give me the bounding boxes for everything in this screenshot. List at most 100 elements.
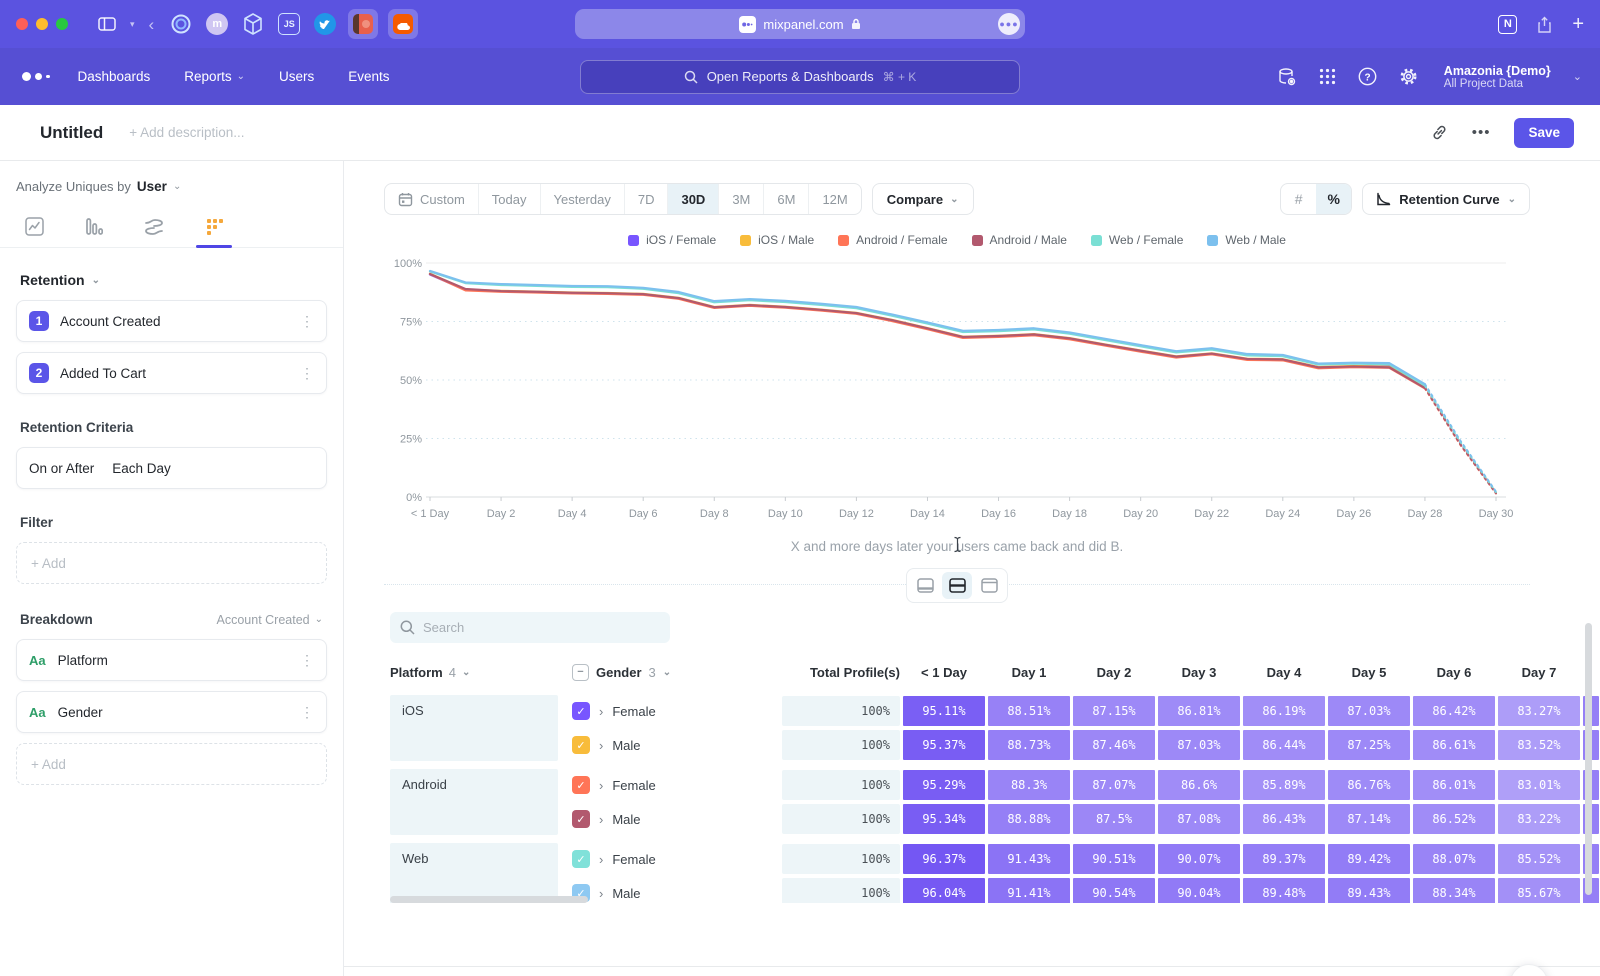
legend-item[interactable]: iOS / Female bbox=[628, 233, 716, 247]
retention-value-cell[interactable]: 87.46% bbox=[1073, 730, 1155, 760]
date-range-30d[interactable]: 30D bbox=[668, 184, 719, 214]
legend-item[interactable]: Web / Female bbox=[1091, 233, 1183, 247]
tab-insights[interactable] bbox=[16, 217, 52, 247]
legend-item[interactable]: Web / Male bbox=[1207, 233, 1285, 247]
nav-item-dashboards[interactable]: Dashboards bbox=[78, 69, 151, 84]
breakdown-property-name[interactable]: Gender bbox=[58, 705, 103, 720]
breakdown-property-name[interactable]: Platform bbox=[58, 653, 108, 668]
minimize-window-icon[interactable] bbox=[36, 18, 48, 30]
step-event-name[interactable]: Account Created bbox=[60, 314, 161, 329]
report-title[interactable]: Untitled bbox=[40, 123, 103, 143]
retention-value-cell[interactable]: 96.04% bbox=[903, 878, 985, 903]
chart-type-selector[interactable]: Retention Curve ⌄ bbox=[1362, 183, 1530, 215]
day-column-header[interactable]: Day 2 bbox=[1073, 665, 1155, 680]
retention-step-card[interactable]: 1 Account Created ⋮ bbox=[16, 300, 327, 342]
series-checkbox[interactable]: ✓ bbox=[572, 810, 590, 828]
retention-value-cell[interactable]: 87.25% bbox=[1328, 730, 1410, 760]
retention-value-cell[interactable]: 86.6% bbox=[1158, 770, 1240, 800]
global-search-input[interactable]: Open Reports & Dashboards ⌘ + K bbox=[580, 60, 1020, 94]
retention-value-cell[interactable]: 89.48% bbox=[1243, 878, 1325, 903]
retention-value-cell[interactable]: 83.22% bbox=[1498, 804, 1580, 834]
kebab-menu-icon[interactable]: ⋮ bbox=[300, 652, 314, 669]
retention-value-cell[interactable]: 95.37% bbox=[903, 730, 985, 760]
table-search-input[interactable]: Search bbox=[390, 612, 670, 643]
platform-column-header[interactable]: Platform4 ⌄ bbox=[390, 665, 558, 680]
platform-cell[interactable]: iOS bbox=[390, 695, 558, 761]
retention-value-cell[interactable]: 87.5% bbox=[1073, 804, 1155, 834]
retention-value-cell[interactable]: 87.14% bbox=[1328, 804, 1410, 834]
retention-value-cell[interactable]: 83.01% bbox=[1498, 770, 1580, 800]
percent-unit-button[interactable]: % bbox=[1316, 184, 1351, 214]
day-column-header[interactable]: Day 1 bbox=[988, 665, 1070, 680]
help-icon[interactable]: ? bbox=[1358, 67, 1377, 86]
total-profiles-header[interactable]: Total Profile(s) bbox=[782, 665, 900, 680]
m-extension-icon[interactable]: m bbox=[204, 11, 230, 37]
gender-cell[interactable]: ✓›Female bbox=[572, 776, 768, 794]
retention-value-cell[interactable]: 96.37% bbox=[903, 844, 985, 874]
vertical-scrollbar[interactable] bbox=[1585, 623, 1592, 895]
expand-chevron-icon[interactable]: › bbox=[599, 704, 603, 719]
breakdown-card[interactable]: Aa Platform ⋮ bbox=[16, 639, 327, 681]
retention-value-cell[interactable]: 88.88% bbox=[988, 804, 1070, 834]
expand-chevron-icon[interactable]: › bbox=[599, 738, 603, 753]
series-checkbox[interactable]: ✓ bbox=[572, 736, 590, 754]
retention-value-cell[interactable]: 95.11% bbox=[903, 696, 985, 726]
retention-value-cell[interactable]: 87.07% bbox=[1073, 770, 1155, 800]
mixpanel-logo[interactable] bbox=[22, 72, 50, 81]
retention-value-cell[interactable]: 83.27% bbox=[1498, 696, 1580, 726]
retention-chart[interactable]: 100%75%50%25%0%< 1 DayDay 2Day 4Day 6Day… bbox=[384, 249, 1530, 531]
table-row[interactable]: ✓›Male100%95.34%88.88%87.5%87.08%86.43%8… bbox=[572, 803, 1599, 835]
url-options-button[interactable]: ●●● bbox=[998, 13, 1020, 35]
nav-item-events[interactable]: Events bbox=[348, 69, 389, 84]
series-checkbox[interactable]: ✓ bbox=[572, 776, 590, 794]
day-column-header[interactable]: Day 3 bbox=[1158, 665, 1240, 680]
retention-value-cell[interactable]: 90.54% bbox=[1073, 878, 1155, 903]
horizontal-scrollbar[interactable] bbox=[390, 896, 588, 903]
js-extension-icon[interactable]: JS bbox=[276, 11, 302, 37]
breakdown-card[interactable]: Aa Gender ⋮ bbox=[16, 691, 327, 733]
retention-step-card[interactable]: 2 Added To Cart ⋮ bbox=[16, 352, 327, 394]
retention-value-cell[interactable]: 87.03% bbox=[1158, 730, 1240, 760]
date-range-7d[interactable]: 7D bbox=[625, 184, 669, 214]
retention-value-cell[interactable]: 86.52% bbox=[1413, 804, 1495, 834]
retention-value-cell[interactable]: 86.42% bbox=[1413, 696, 1495, 726]
gender-cell[interactable]: ✓›Male bbox=[572, 810, 768, 828]
retention-value-cell[interactable]: 86.61% bbox=[1413, 730, 1495, 760]
data-management-icon[interactable] bbox=[1277, 67, 1297, 87]
retention-value-cell[interactable]: 95.34% bbox=[903, 804, 985, 834]
cube-extension-icon[interactable] bbox=[240, 11, 266, 37]
close-window-icon[interactable] bbox=[16, 18, 28, 30]
retention-value-cell[interactable]: 90.51% bbox=[1073, 844, 1155, 874]
retention-value-cell[interactable]: 88.3% bbox=[988, 770, 1070, 800]
gender-cell[interactable]: ✓›Male bbox=[572, 884, 768, 902]
retention-value-cell[interactable]: 83.52% bbox=[1498, 730, 1580, 760]
tab-flows[interactable] bbox=[136, 218, 172, 247]
criteria-interval[interactable]: Each Day bbox=[112, 461, 171, 476]
date-range-3m[interactable]: 3M bbox=[719, 184, 764, 214]
sidebar-toggle-icon[interactable] bbox=[98, 17, 116, 31]
series-line-incomplete[interactable] bbox=[1425, 384, 1496, 491]
day-column-header[interactable]: < 1 Day bbox=[903, 665, 985, 680]
series-checkbox[interactable]: ✓ bbox=[572, 702, 590, 720]
table-row[interactable]: ✓›Female100%96.37%91.43%90.51%90.07%89.3… bbox=[572, 843, 1599, 875]
retention-value-cell[interactable]: 85.89% bbox=[1243, 770, 1325, 800]
date-range-6m[interactable]: 6M bbox=[764, 184, 809, 214]
save-button[interactable]: Save bbox=[1514, 118, 1574, 148]
retention-value-cell[interactable]: 89.37% bbox=[1243, 844, 1325, 874]
kebab-menu-icon[interactable]: ⋮ bbox=[300, 313, 314, 330]
cloud-extension-icon[interactable] bbox=[388, 9, 418, 39]
breakdown-scope-selector[interactable]: Account Created ⌄ bbox=[217, 613, 324, 627]
add-filter-button[interactable]: + Add bbox=[16, 542, 327, 584]
tab-funnels[interactable] bbox=[76, 217, 112, 247]
expand-chevron-icon[interactable]: › bbox=[599, 778, 603, 793]
more-options-icon[interactable]: ••• bbox=[1472, 124, 1491, 141]
retention-value-cell[interactable]: 87.08% bbox=[1158, 804, 1240, 834]
kebab-menu-icon[interactable]: ⋮ bbox=[300, 365, 314, 382]
legend-item[interactable]: iOS / Male bbox=[740, 233, 814, 247]
project-selector[interactable]: Amazonia {Demo} All Project Data bbox=[1444, 64, 1551, 90]
expand-chevron-icon[interactable]: › bbox=[599, 886, 603, 901]
retention-value-cell[interactable]: 91.43% bbox=[988, 844, 1070, 874]
series-line[interactable] bbox=[430, 274, 1425, 388]
legend-item[interactable]: Android / Female bbox=[838, 233, 947, 247]
table-row[interactable]: ✓›Male100%95.37%88.73%87.46%87.03%86.44%… bbox=[572, 729, 1599, 761]
